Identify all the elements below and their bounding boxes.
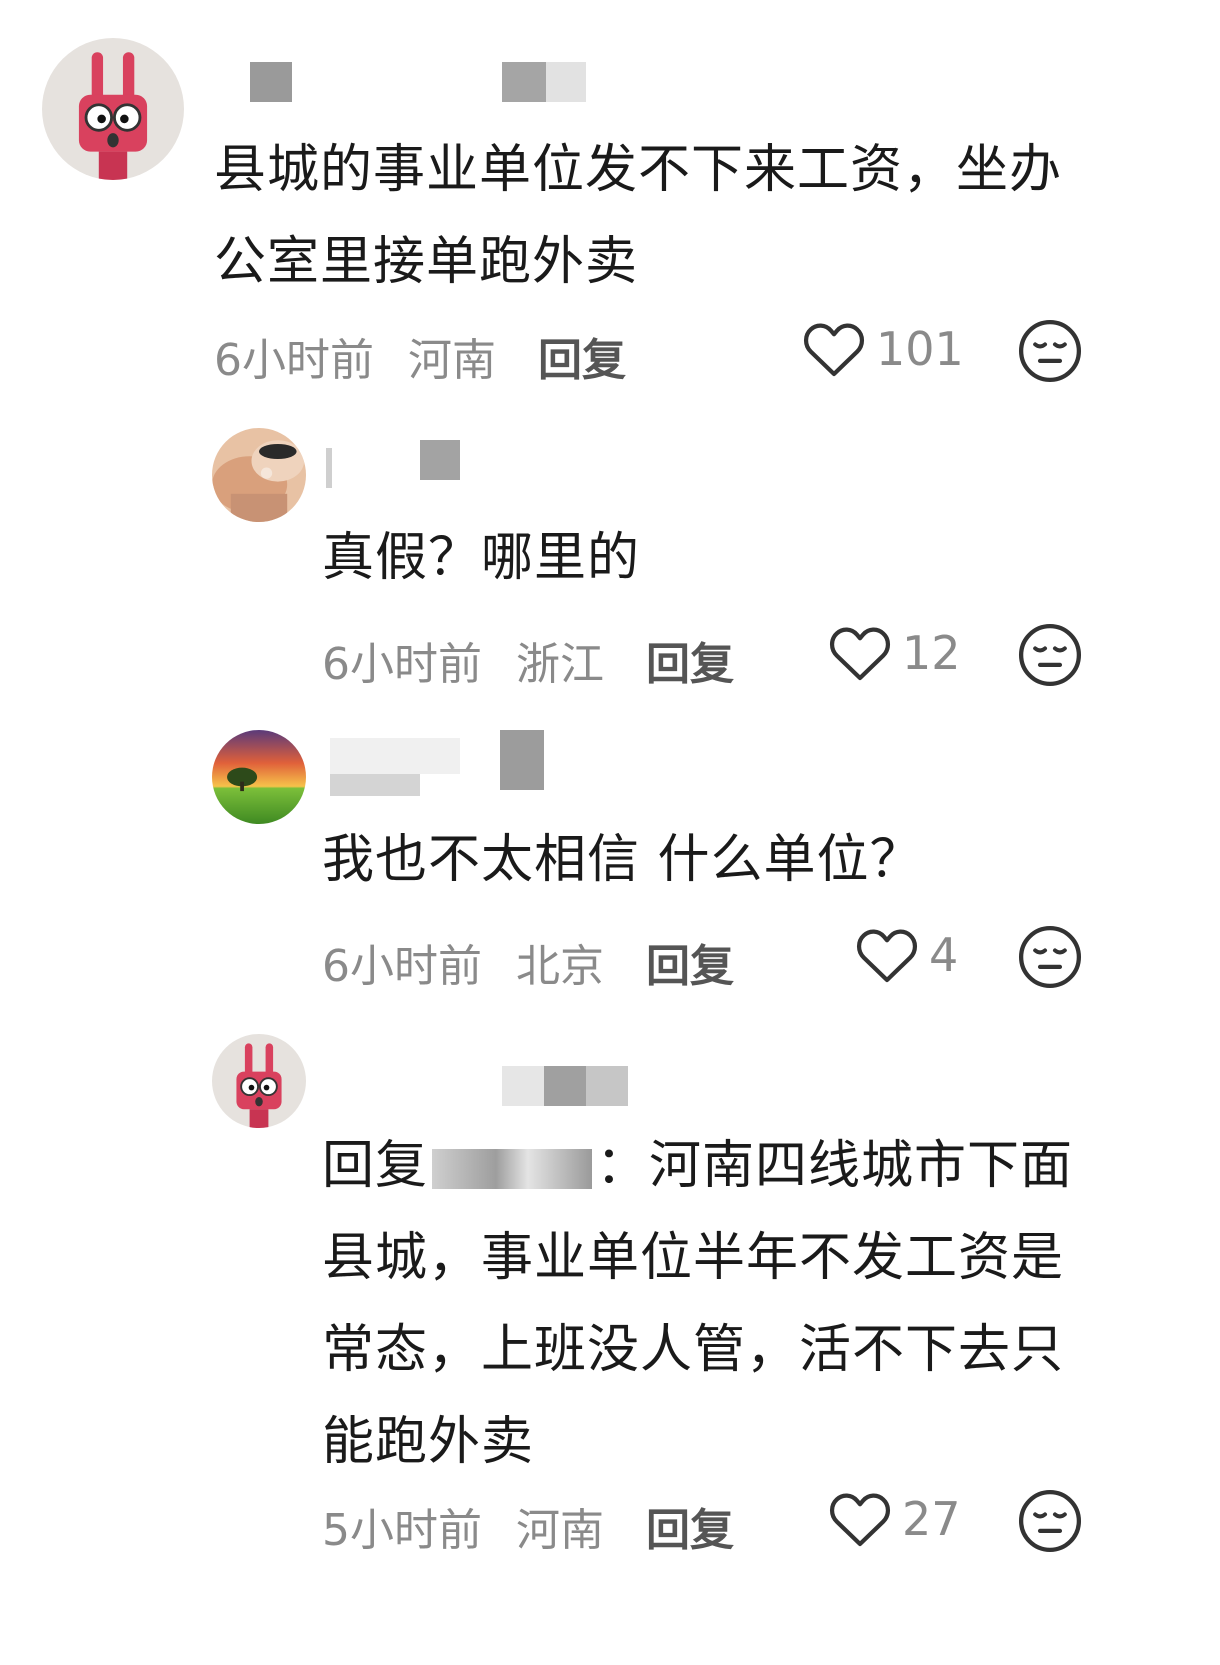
- blurred-username: [586, 1066, 628, 1106]
- blurred-username: [500, 730, 544, 790]
- avatar[interactable]: [212, 1034, 306, 1128]
- comment-location: 河南: [516, 1505, 604, 1556]
- blurred-username: [544, 1066, 586, 1106]
- meh-face-icon[interactable]: [1017, 622, 1083, 688]
- meh-face-icon[interactable]: [1017, 924, 1083, 990]
- meh-face-icon[interactable]: [1017, 318, 1083, 384]
- rabbit-figure-avatar-image: [42, 38, 184, 180]
- reply-button[interactable]: 回复: [538, 324, 626, 388]
- like-count: 27: [902, 1492, 961, 1546]
- reply-comment-body: 回复 ：河南四线城市下面县城，事业单位半年不发工资是常态，上班没人管，活不下去只能…: [322, 1120, 1112, 1488]
- heart-outline-icon: [803, 323, 865, 377]
- comment-text: 县城的事业单位发不下来工资，坐办公室里接单跑外卖: [214, 140, 1063, 292]
- heart-outline-icon: [856, 929, 918, 983]
- like-button[interactable]: 101: [802, 320, 964, 378]
- comment-time: 6小时前: [214, 335, 374, 386]
- avatar[interactable]: [212, 428, 306, 522]
- avatar[interactable]: [42, 38, 184, 180]
- reply-button[interactable]: 回复: [646, 1494, 734, 1558]
- comment-location: 浙江: [516, 639, 604, 690]
- heart-outline-icon: [829, 1493, 891, 1547]
- comment-time: 6小时前: [322, 941, 482, 992]
- heart-outline-icon: [829, 627, 891, 681]
- reply-button[interactable]: 回复: [646, 930, 734, 994]
- cat-photo-avatar-image: [212, 428, 306, 522]
- reply-prefix: 回复: [322, 1136, 429, 1196]
- comment-location: 北京: [516, 941, 604, 992]
- comment-text: 我也不太相信 什么单位？: [322, 830, 923, 890]
- sunset-tree-avatar-image: [212, 730, 306, 824]
- avatar[interactable]: [212, 730, 306, 824]
- comment-text: 真假？哪里的: [322, 528, 641, 588]
- like-count: 12: [902, 626, 961, 680]
- meh-face-icon[interactable]: [1017, 1488, 1083, 1554]
- blurred-username: [502, 62, 546, 102]
- comment-location: 河南: [408, 335, 496, 386]
- like-count: 4: [929, 928, 959, 982]
- blurred-username: [250, 62, 292, 102]
- blurred-username: [326, 448, 332, 488]
- like-count: 101: [876, 322, 964, 376]
- blurred-username: [420, 440, 460, 480]
- blurred-username: [330, 774, 420, 796]
- rabbit-figure-avatar-image: [212, 1034, 306, 1128]
- reply-button[interactable]: 回复: [646, 628, 734, 692]
- blurred-mention[interactable]: [432, 1149, 593, 1189]
- like-button[interactable]: 4: [855, 926, 958, 984]
- like-button[interactable]: 12: [828, 624, 961, 682]
- blurred-username: [502, 1066, 544, 1106]
- comment-time: 5小时前: [322, 1505, 482, 1556]
- blurred-username: [546, 62, 586, 102]
- blurred-username: [330, 738, 460, 774]
- like-button[interactable]: 27: [828, 1490, 961, 1548]
- comment-time: 6小时前: [322, 639, 482, 690]
